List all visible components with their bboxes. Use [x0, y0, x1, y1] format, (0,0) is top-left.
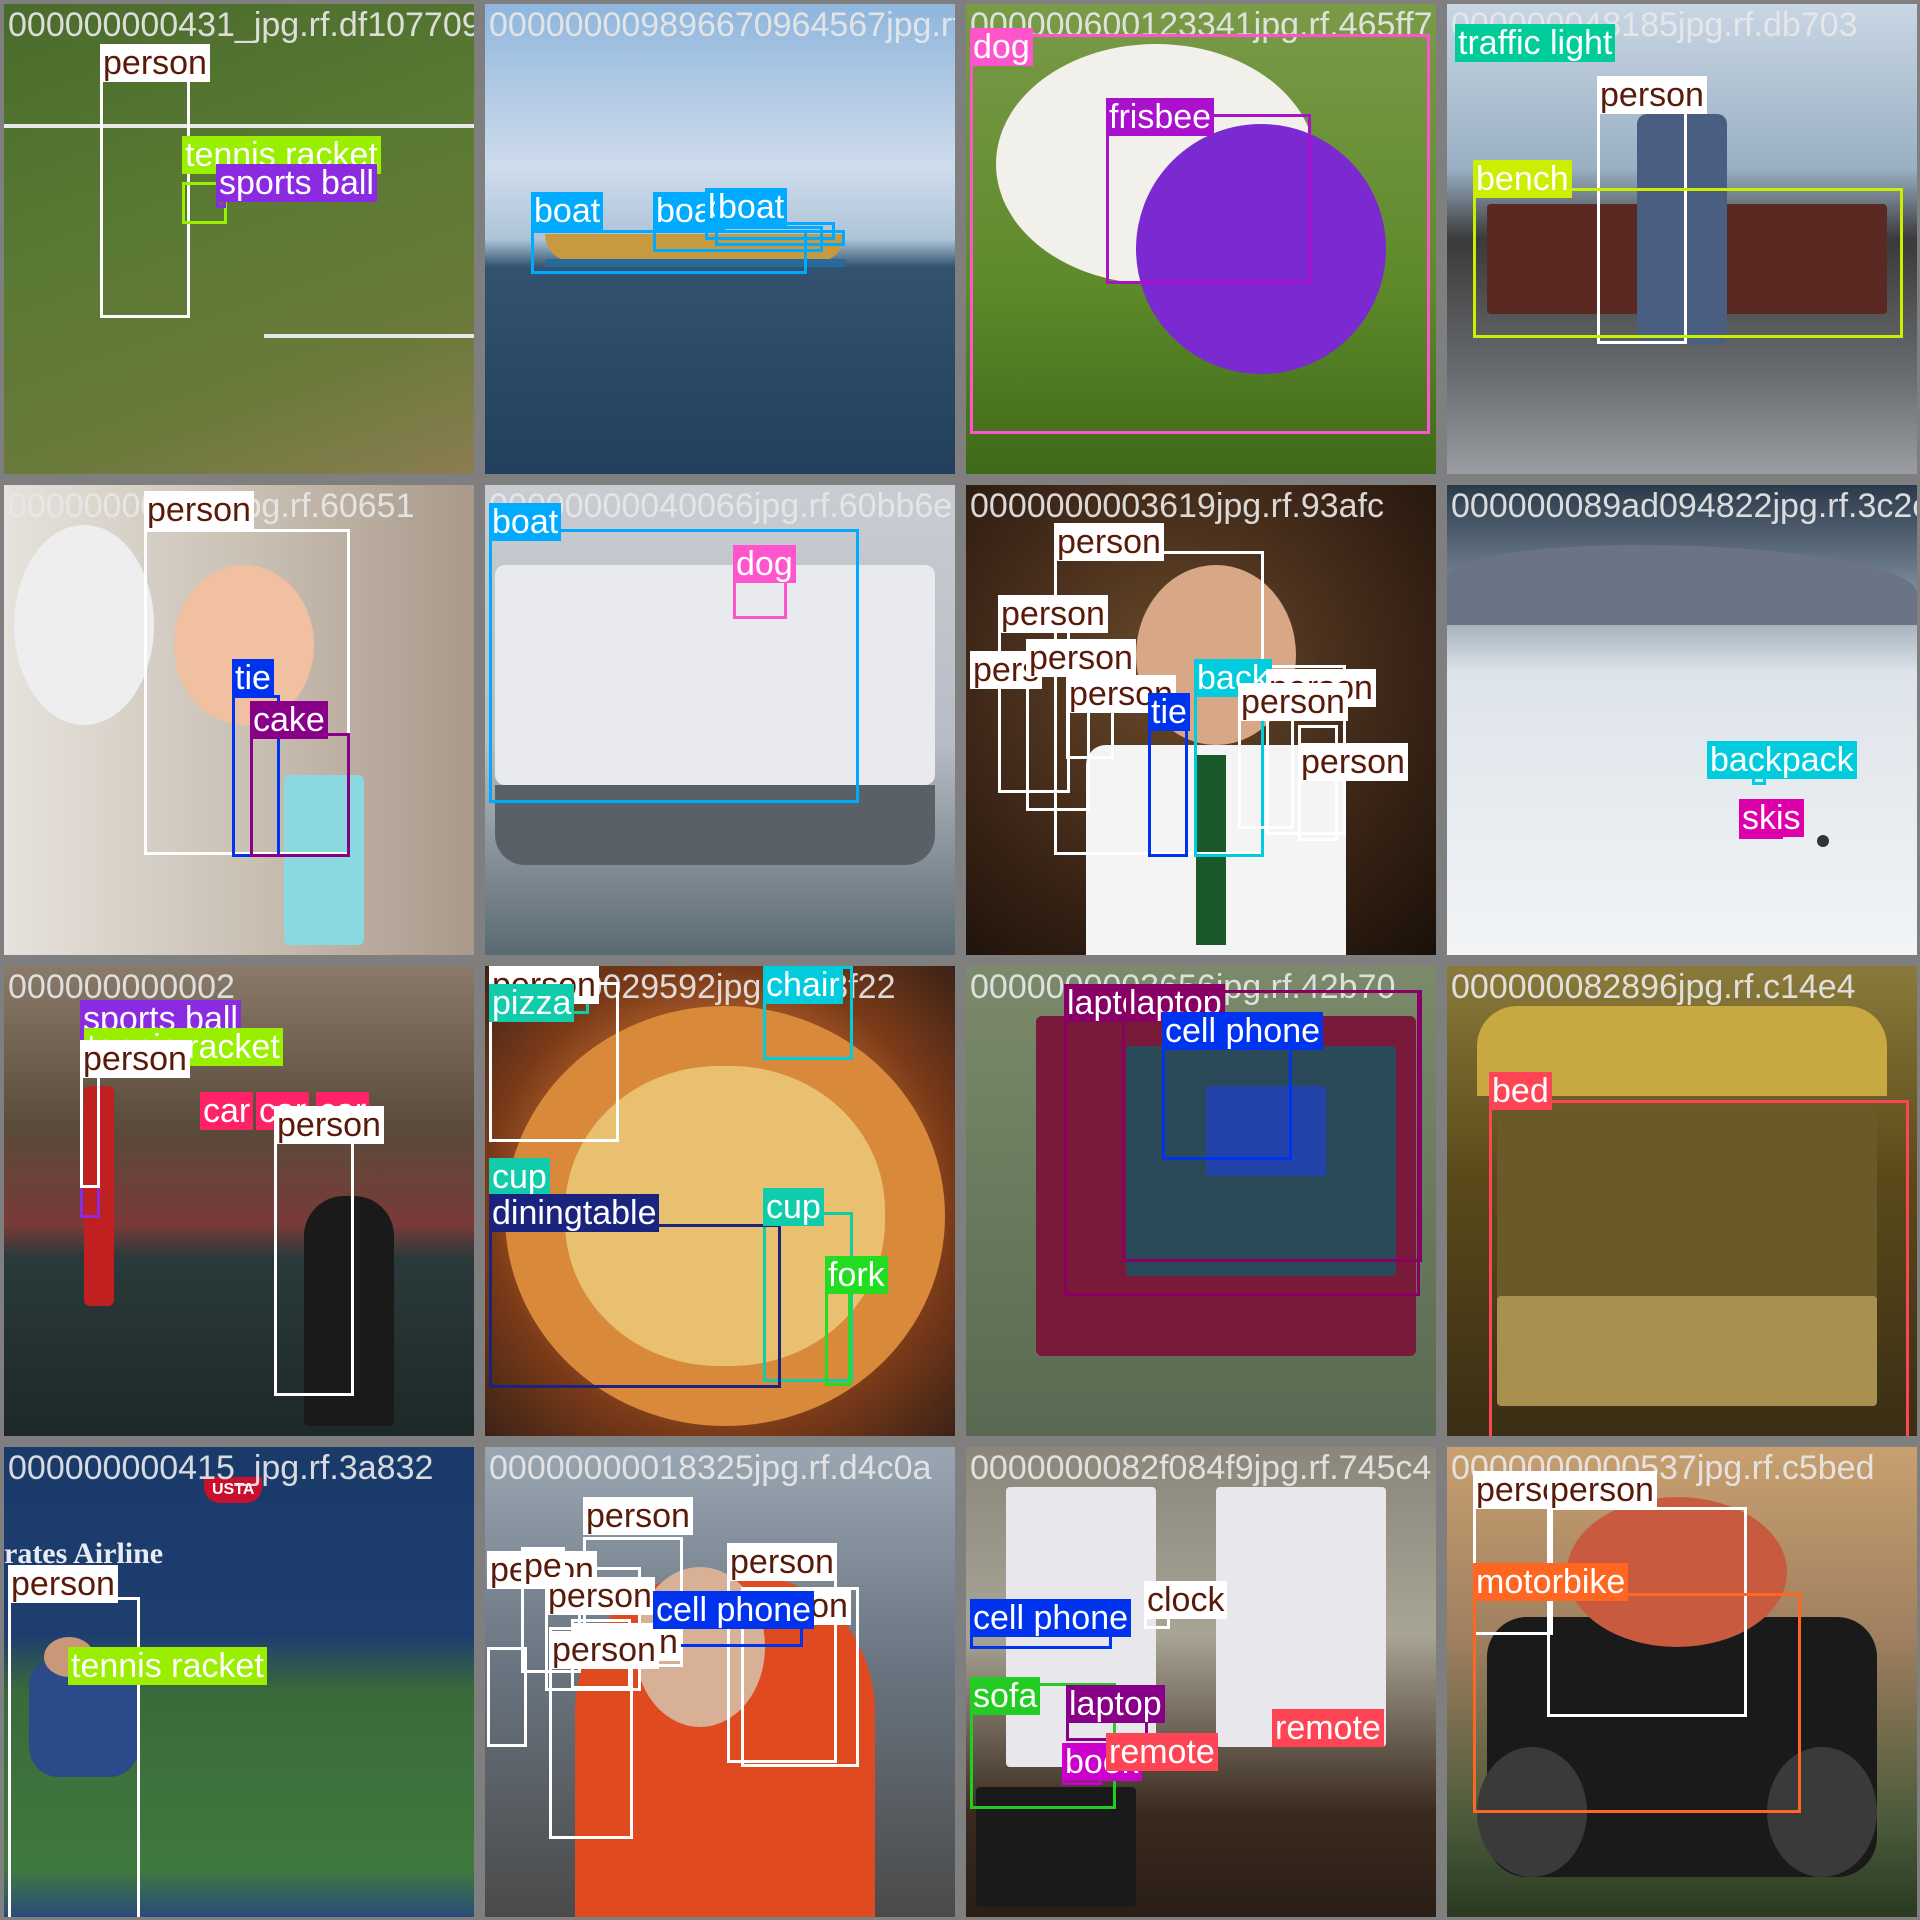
bbox-label: cup	[489, 1158, 550, 1196]
scene-shape	[14, 525, 154, 725]
bbox-label: remote	[1106, 1733, 1218, 1771]
bbox-person	[80, 1068, 100, 1188]
bbox-label: person	[274, 1106, 384, 1144]
bbox-label: tennis racket	[68, 1647, 267, 1685]
filename-caption: 000000000431_jpg.rf.df107709860709645467…	[8, 6, 474, 44]
bbox-label: motorbike	[1473, 1563, 1629, 1601]
tile-tennis-usta: rates Airline USTA 000000000415_jpg.rf.3a8…	[4, 1447, 474, 1917]
bbox-label: person	[100, 44, 210, 82]
bbox-label: frisbee	[1106, 98, 1215, 136]
mosaic-grid: 000000000431_jpg.rf.df107709860709645467…	[0, 0, 1920, 1920]
bbox-label: person	[1298, 743, 1408, 781]
bbox-boat	[715, 230, 845, 246]
bbox-person	[274, 1130, 354, 1396]
bbox-cake	[250, 733, 350, 857]
tile-living-room: 0000000082f084f9jpg.rf.745c4 clock cell ph…	[966, 1447, 1436, 1917]
bbox-diningtable	[489, 1224, 781, 1388]
bbox-label: tie	[232, 659, 274, 697]
bbox-label: cell phone	[1162, 1012, 1324, 1050]
bbox-label: cell phone	[970, 1599, 1132, 1637]
bbox-label: person	[1238, 683, 1348, 721]
bbox-label: person	[8, 1565, 118, 1603]
tile-laptop: 0000000003656jpg.rf.42b70laptoplaptopcel…	[966, 966, 1436, 1436]
filename-caption: 0000000082f084f9jpg.rf.745c4	[970, 1449, 1432, 1487]
bbox-label: remote	[1272, 1709, 1384, 1747]
tile-pizza: 000000029592jpg.rf.f43f22personpizzachai…	[485, 966, 955, 1436]
scene-shape	[264, 334, 474, 338]
bbox-label: fork	[825, 1256, 888, 1294]
bbox-label: person	[583, 1497, 693, 1535]
bbox-label: clock	[1144, 1581, 1228, 1619]
filename-caption: 0000000003619jpg.rf.93afc	[970, 487, 1385, 525]
tile-fountain-bench: 000000048185jpg.rf.db703 traffic light per…	[1447, 4, 1917, 474]
filename-caption: 00000000018325jpg.rf.d4c0a	[489, 1449, 932, 1487]
bbox-label: pizza	[489, 984, 575, 1022]
scene-shape	[4, 124, 474, 128]
bbox-label: cell phone	[653, 1591, 815, 1629]
bbox-label: person	[80, 1040, 190, 1078]
bbox-label: diningtable	[489, 1194, 660, 1232]
bbox-label: person	[1054, 523, 1164, 561]
tile-bearded-man: 0000000003619jpg.rf.93afc person person per…	[966, 485, 1436, 955]
scene-shape	[1216, 1487, 1386, 1747]
bbox-motorbike	[1473, 1593, 1801, 1813]
bbox-label: person	[1026, 639, 1136, 677]
filename-caption: 000000000415_jpg.rf.3a832	[8, 1449, 434, 1487]
bbox-label: sports ball	[216, 164, 377, 202]
bbox-label: dog	[970, 28, 1033, 66]
bbox-label: person	[1597, 76, 1707, 114]
bbox-label: laptop	[1066, 1685, 1165, 1723]
bbox-dog	[733, 579, 787, 619]
bbox-label: bench	[1473, 160, 1572, 198]
bbox-label: person	[144, 491, 254, 529]
tile-pontoon: 00000000040066jpg.rf.60bb6e boat dog	[485, 485, 955, 955]
tile-lagoon: 000000009896670964567jpg.rf.b3691 boat boa…	[485, 4, 955, 474]
tile-snow-mountain: 000000089ad094822jpg.rf.3c2c1 backpack ski…	[1447, 485, 1917, 955]
photo-tennis-court	[4, 4, 474, 474]
tile-bedroom: 000000082896jpg.rf.c14e4 bed	[1447, 966, 1917, 1436]
scene-shape	[1817, 835, 1829, 847]
bbox-label: cake	[250, 701, 328, 739]
bbox-boat	[489, 529, 859, 803]
filename-caption: 000000009896670964567jpg.rf.b3691	[489, 6, 955, 44]
tile-dog-grass: 000000600123341jpg.rf.465ff7 dog frisbee	[966, 4, 1436, 474]
bbox-label: cup	[763, 1188, 824, 1226]
bbox-label: boat	[489, 503, 562, 541]
bbox-cell-phone	[1162, 1042, 1292, 1160]
bbox-label: tie	[1148, 693, 1190, 731]
tile-tennis-court: 000000000431_jpg.rf.df107709860709645467…	[4, 4, 474, 474]
tile-baby-balloon: 000000000306jpg.rf.60651persontiecake	[4, 485, 474, 955]
bbox-label: dog	[733, 545, 796, 583]
bbox-label: chair	[763, 966, 843, 1004]
bbox-label: person	[1547, 1471, 1657, 1509]
bbox-person	[8, 1597, 140, 1917]
bbox-label: boat	[531, 192, 604, 230]
bbox-label: sofa	[970, 1677, 1041, 1715]
bbox-bed	[1489, 1100, 1909, 1436]
bbox-label: bed	[1489, 1072, 1552, 1110]
bbox-label: skis	[1739, 799, 1804, 837]
bbox-label: person	[549, 1631, 659, 1669]
bbox-label: person	[545, 1577, 655, 1615]
bbox-label: traffic light	[1455, 24, 1616, 62]
bbox-label: person	[998, 595, 1108, 633]
filename-caption: 000000089ad094822jpg.rf.3c2c1	[1451, 487, 1917, 525]
bbox-bench	[1473, 188, 1903, 338]
bbox-person	[100, 52, 190, 318]
bbox-label: car	[200, 1092, 254, 1130]
bbox-frisbee	[1106, 114, 1311, 284]
tile-tennis-night: 000000000002sports balltennis racketcarc…	[4, 966, 474, 1436]
tile-motorbike: 0000000000537jpg.rf.c5bed person person mot…	[1447, 1447, 1917, 1917]
bbox-label: boat	[715, 188, 788, 226]
bbox-label: person	[727, 1543, 837, 1581]
tile-street-crowd: 00000000018325jpg.rf.d4c0apersonpeperson…	[485, 1447, 955, 1917]
bbox-label: backpack	[1707, 741, 1857, 779]
filename-caption: 000000082896jpg.rf.c14e4	[1451, 968, 1856, 1006]
